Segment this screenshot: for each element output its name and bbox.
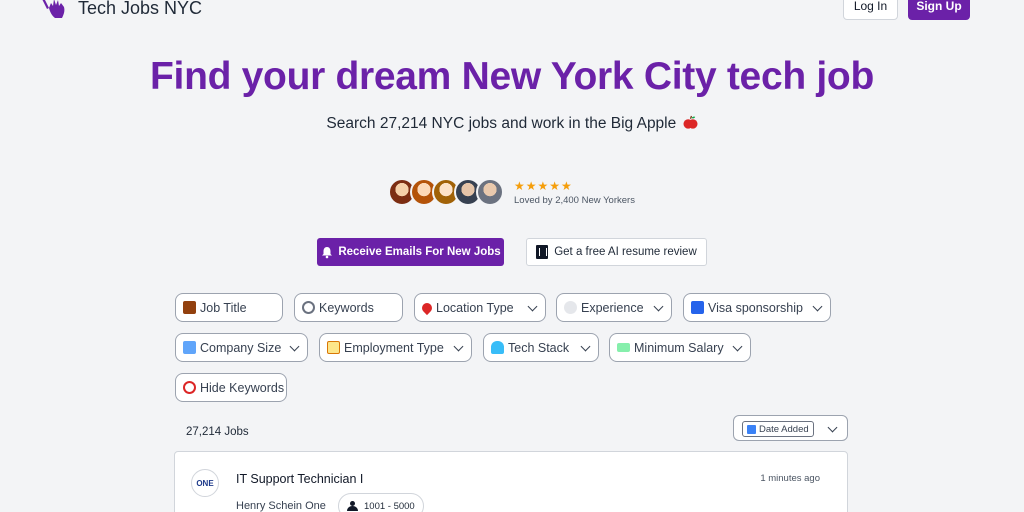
circle-icon bbox=[564, 301, 577, 314]
job-card[interactable]: ONE IT Support Technician I 1 minutes ag… bbox=[174, 451, 848, 512]
filter-label: Visa sponsorship bbox=[708, 300, 803, 315]
chevron-down-icon bbox=[827, 422, 838, 433]
chevron-down-icon bbox=[732, 341, 743, 352]
signup-button[interactable]: Sign Up bbox=[908, 0, 970, 20]
money-icon bbox=[617, 343, 630, 352]
location-type-dropdown[interactable]: Location Type bbox=[414, 293, 546, 322]
stack-icon bbox=[491, 341, 504, 354]
keywords-input[interactable]: Keywords bbox=[294, 293, 403, 322]
prohibited-icon bbox=[183, 381, 196, 394]
brand-name: Tech Jobs NYC bbox=[78, 0, 203, 18]
pin-icon bbox=[419, 300, 435, 315]
chevron-down-icon bbox=[653, 301, 664, 312]
chevron-down-icon bbox=[289, 341, 300, 352]
job-posted-time: 1 minutes ago bbox=[760, 473, 820, 484]
chevron-down-icon bbox=[812, 301, 823, 312]
filter-label: Location Type bbox=[436, 300, 514, 315]
sort-dropdown[interactable]: Date Added bbox=[733, 415, 848, 441]
passport-control-icon bbox=[691, 301, 704, 314]
hash-icon bbox=[183, 341, 196, 354]
filter-label: Minimum Salary bbox=[634, 340, 724, 355]
people-icon bbox=[347, 501, 359, 511]
new-badge-icon bbox=[747, 424, 756, 434]
filter-label: Tech Stack bbox=[508, 340, 570, 355]
memo-icon bbox=[327, 341, 340, 354]
filter-label: Keywords bbox=[319, 300, 374, 315]
statue-of-liberty-icon bbox=[42, 0, 65, 18]
rating-block: ★★★★★ Loved by 2,400 New Yorkers bbox=[514, 179, 635, 206]
social-proof: ★★★★★ Loved by 2,400 New Yorkers bbox=[388, 176, 635, 208]
company-logo-text: ONE bbox=[196, 478, 214, 488]
job-title-input[interactable]: Job Title bbox=[175, 293, 283, 322]
job-title[interactable]: IT Support Technician I bbox=[236, 472, 363, 486]
sort-label: Date Added bbox=[759, 423, 809, 435]
user-avatars bbox=[388, 178, 504, 206]
loved-by-text: Loved by 2,400 New Yorkers bbox=[514, 194, 635, 206]
filter-label: Job Title bbox=[200, 300, 247, 315]
page-subtitle: Search 27,214 NYC jobs and work in the B… bbox=[0, 115, 1024, 133]
job-company: Henry Schein One bbox=[236, 500, 326, 512]
filter-label: Experience bbox=[581, 300, 644, 315]
page-title: Find your dream New York City tech job bbox=[150, 55, 874, 98]
filter-label: Company Size bbox=[200, 340, 282, 355]
star-rating: ★★★★★ bbox=[514, 178, 573, 193]
filter-label: Hide Keywords bbox=[200, 380, 285, 395]
chevron-down-icon bbox=[453, 341, 464, 352]
company-logo: ONE bbox=[191, 469, 219, 497]
chevron-down-icon bbox=[580, 341, 591, 352]
filter-label: Employment Type bbox=[344, 340, 444, 355]
company-size-badge: 1001 - 5000 bbox=[338, 493, 424, 512]
top-nav: Tech Jobs NYC Log In Sign Up bbox=[0, 0, 1024, 28]
company-size-dropdown[interactable]: Company Size bbox=[175, 333, 308, 362]
briefcase-icon bbox=[183, 301, 196, 314]
avatar bbox=[476, 178, 504, 206]
sort-selected-value: Date Added bbox=[742, 421, 814, 437]
visa-sponsorship-dropdown[interactable]: Visa sponsorship bbox=[683, 293, 831, 322]
alarm-bell-icon bbox=[322, 247, 333, 259]
tech-stack-dropdown[interactable]: Tech Stack bbox=[483, 333, 599, 362]
receive-emails-button[interactable]: Receive Emails For New Jobs bbox=[317, 238, 504, 266]
subtitle-text: Search 27,214 NYC jobs and work in the B… bbox=[326, 115, 677, 132]
experience-dropdown[interactable]: Experience bbox=[556, 293, 672, 322]
document-icon bbox=[536, 245, 549, 259]
magnifier-icon bbox=[302, 301, 315, 314]
hide-keywords-input[interactable]: Hide Keywords bbox=[175, 373, 287, 402]
ai-resume-review-button[interactable]: Get a free AI resume review bbox=[526, 238, 707, 266]
jobs-count: 27,214 Jobs bbox=[186, 426, 249, 438]
ai-resume-review-label: Get a free AI resume review bbox=[554, 246, 697, 258]
chevron-down-icon bbox=[527, 301, 538, 312]
company-size-text: 1001 - 5000 bbox=[364, 500, 415, 512]
apple-icon bbox=[683, 115, 698, 129]
minimum-salary-dropdown[interactable]: Minimum Salary bbox=[609, 333, 751, 362]
login-button[interactable]: Log In bbox=[843, 0, 898, 20]
employment-type-dropdown[interactable]: Employment Type bbox=[319, 333, 472, 362]
receive-emails-label: Receive Emails For New Jobs bbox=[338, 246, 501, 258]
brand-logo[interactable]: Tech Jobs NYC bbox=[40, 0, 202, 22]
